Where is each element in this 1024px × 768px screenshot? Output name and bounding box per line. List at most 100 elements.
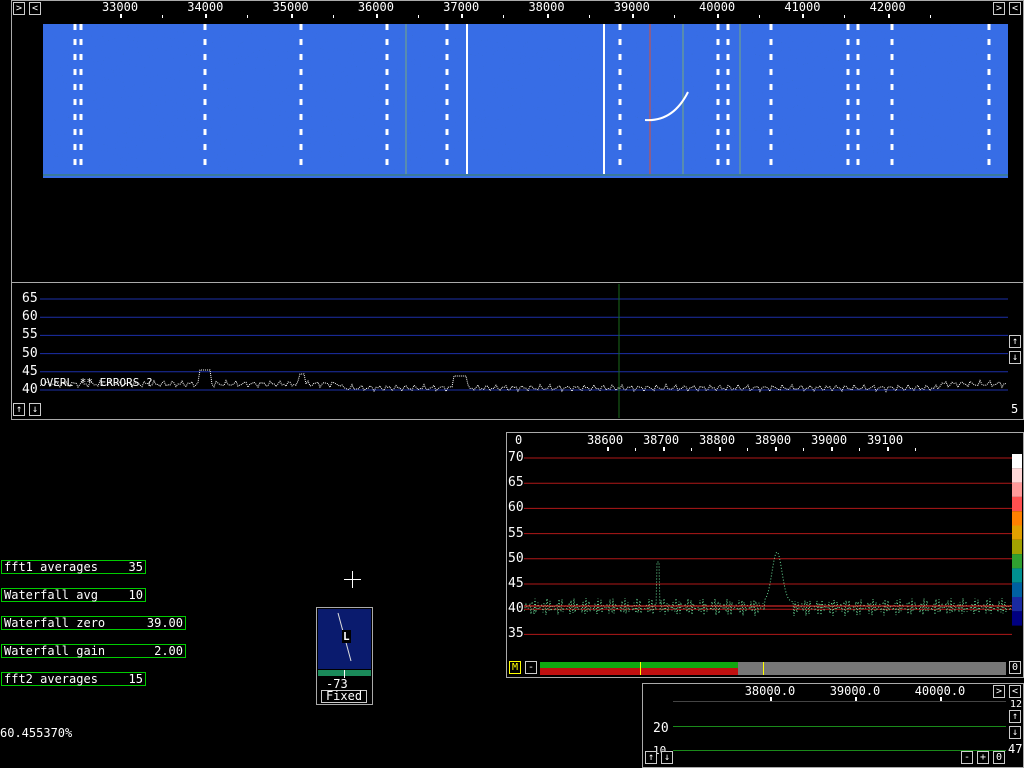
spectrum-y-label: 60	[22, 309, 38, 325]
afc-gridline-1	[673, 726, 1006, 727]
color-scale-swatch	[1012, 482, 1022, 497]
parameter-label: fft1 averages	[4, 560, 98, 574]
spectrum-graph[interactable]	[40, 284, 1008, 418]
parameter-waterfall-avg[interactable]: Waterfall avg 10	[1, 588, 146, 602]
color-scale-swatch	[1012, 568, 1022, 583]
waterfall-minor-tick	[929, 15, 931, 18]
waterfall-tick-mark	[205, 14, 208, 18]
color-scale-swatch	[1012, 468, 1022, 483]
baseband-tick-mark	[719, 447, 721, 451]
spectrum-right-up-button[interactable]: ↑	[1009, 335, 1021, 348]
spectrum-trace	[40, 369, 1007, 393]
spectrum-right-down-button[interactable]: ↓	[1009, 351, 1021, 364]
baseband-graph[interactable]	[524, 452, 1012, 657]
afc-y-label: 20	[653, 721, 669, 736]
spectrum-scale-up-button[interactable]: ↑	[13, 403, 25, 416]
spectrum-y-label: 55	[22, 327, 38, 343]
waterfall-tick-label: 34000	[187, 0, 224, 14]
baseband-level-marker	[640, 662, 641, 675]
baseband-tick-label: 38600	[586, 433, 624, 447]
baseband-m-button[interactable]: M	[509, 661, 521, 674]
waterfall-display[interactable]	[43, 24, 1008, 178]
baseband-y-label: 55	[508, 525, 524, 541]
parameter-waterfall-zero[interactable]: Waterfall zero 39.00	[1, 616, 186, 630]
afc-up-button[interactable]: ↑	[1009, 710, 1021, 723]
waterfall-minor-tick	[247, 15, 249, 18]
baseband-minor-tick	[747, 448, 748, 451]
parameter-value: 35	[128, 560, 143, 574]
spectrum-y-label: 40	[22, 382, 38, 397]
waterfall-tick-label: 39000	[613, 0, 650, 14]
color-scale-swatch	[1012, 597, 1022, 612]
baseband-y-label: 45	[508, 576, 524, 591]
color-scale-swatch	[1012, 496, 1022, 512]
waterfall-minor-tick	[759, 15, 761, 18]
afc-minus-button[interactable]: -	[961, 751, 973, 764]
baseband-tick-mark	[887, 447, 889, 451]
waterfall-tick-mark	[546, 14, 549, 18]
waterfall-tick-label: 40000	[699, 0, 736, 14]
afc-zero-button[interactable]: 0	[993, 751, 1005, 764]
waterfall-minor-tick	[844, 15, 846, 18]
baseband-tick-mark	[607, 447, 609, 451]
parameter-label: Waterfall zero	[4, 616, 106, 630]
waterfall-tick-label: 35000	[272, 0, 309, 14]
baseband-y-label: 70	[508, 450, 524, 465]
status-percent: 60.455370%	[0, 726, 73, 740]
baseband-y-label: 60	[508, 500, 524, 516]
color-scale-swatch	[1012, 454, 1022, 469]
color-scale-swatch	[1012, 539, 1022, 555]
color-scale-swatch	[1012, 511, 1022, 526]
parameter-label: fft2 averages	[4, 672, 98, 686]
crosshair-cursor	[344, 571, 361, 588]
baseband-tick-label: 39000	[810, 433, 848, 447]
afc-left-button[interactable]: <	[1009, 685, 1021, 698]
afc-right-button[interactable]: >	[993, 685, 1005, 698]
afc-down-button[interactable]: ↓	[1009, 726, 1021, 739]
baseband-y-label: 50	[508, 550, 524, 566]
waterfall-tick-mark	[290, 14, 293, 18]
waterfall-tick-label: 38000	[528, 0, 565, 14]
baseband-color-scale	[1012, 454, 1022, 626]
s-meter-letter: L	[342, 630, 351, 643]
baseband-tick-label: 39100	[866, 433, 904, 447]
afc-scale-up-button[interactable]: ↑	[645, 751, 657, 764]
waterfall-tick-label: 36000	[357, 0, 394, 14]
parameter-value: 10	[128, 588, 143, 602]
baseband-zero-button[interactable]: 0	[1009, 661, 1021, 674]
afc-plus-button[interactable]: +	[977, 751, 989, 764]
spectrum-y-label: 45	[22, 363, 38, 379]
parameter-value: 39.00	[146, 616, 183, 630]
spectrum-scale-down-button[interactable]: ↓	[29, 403, 41, 416]
baseband-tick-label: 38900	[754, 433, 792, 447]
parameter-waterfall-gain[interactable]: Waterfall gain 2.00	[1, 644, 186, 658]
baseband-y-label: 65	[508, 475, 524, 491]
s-meter-mode-button[interactable]: Fixed	[321, 690, 367, 703]
waterfall-tick-label: 33000	[101, 0, 139, 14]
color-scale-swatch	[1012, 554, 1022, 569]
waterfall-tick-label: 41000	[784, 0, 821, 14]
spectrum-y-label: 65	[22, 291, 38, 306]
baseband-minor-tick	[859, 448, 860, 451]
baseband-minor-tick	[635, 448, 636, 451]
parameter-fft2-averages[interactable]: fft2 averages 15	[1, 672, 146, 686]
afc-gridline-top	[673, 701, 1006, 702]
parameter-fft1-averages[interactable]: fft1 averages 35	[1, 560, 146, 574]
spectrum-overlay-text: OVERL ** ERRORS ?	[40, 376, 153, 389]
waterfall-frequency-scale: 33000 34000 35000 36000 37000 38000 39000 40000…	[0, 0, 1024, 20]
color-scale-swatch	[1012, 525, 1022, 540]
color-scale-swatch	[1012, 582, 1022, 597]
afc-tick-label: 39000.0	[829, 684, 881, 698]
waterfall-tick-mark	[631, 14, 634, 18]
parameter-value: 2.00	[154, 644, 183, 658]
color-scale-swatch	[1012, 611, 1022, 626]
baseband-volume-marker	[763, 662, 764, 675]
waterfall-minor-tick	[503, 15, 505, 18]
afc-right-bottom-value: 47	[1008, 742, 1023, 756]
baseband-minus-button[interactable]: -	[525, 661, 537, 674]
afc-scale-down-button[interactable]: ↓	[661, 751, 673, 764]
waterfall-tick-mark	[375, 14, 378, 18]
waterfall-minor-tick	[162, 15, 163, 18]
waterfall-minor-tick	[673, 15, 675, 18]
baseband-minor-tick	[691, 448, 692, 451]
